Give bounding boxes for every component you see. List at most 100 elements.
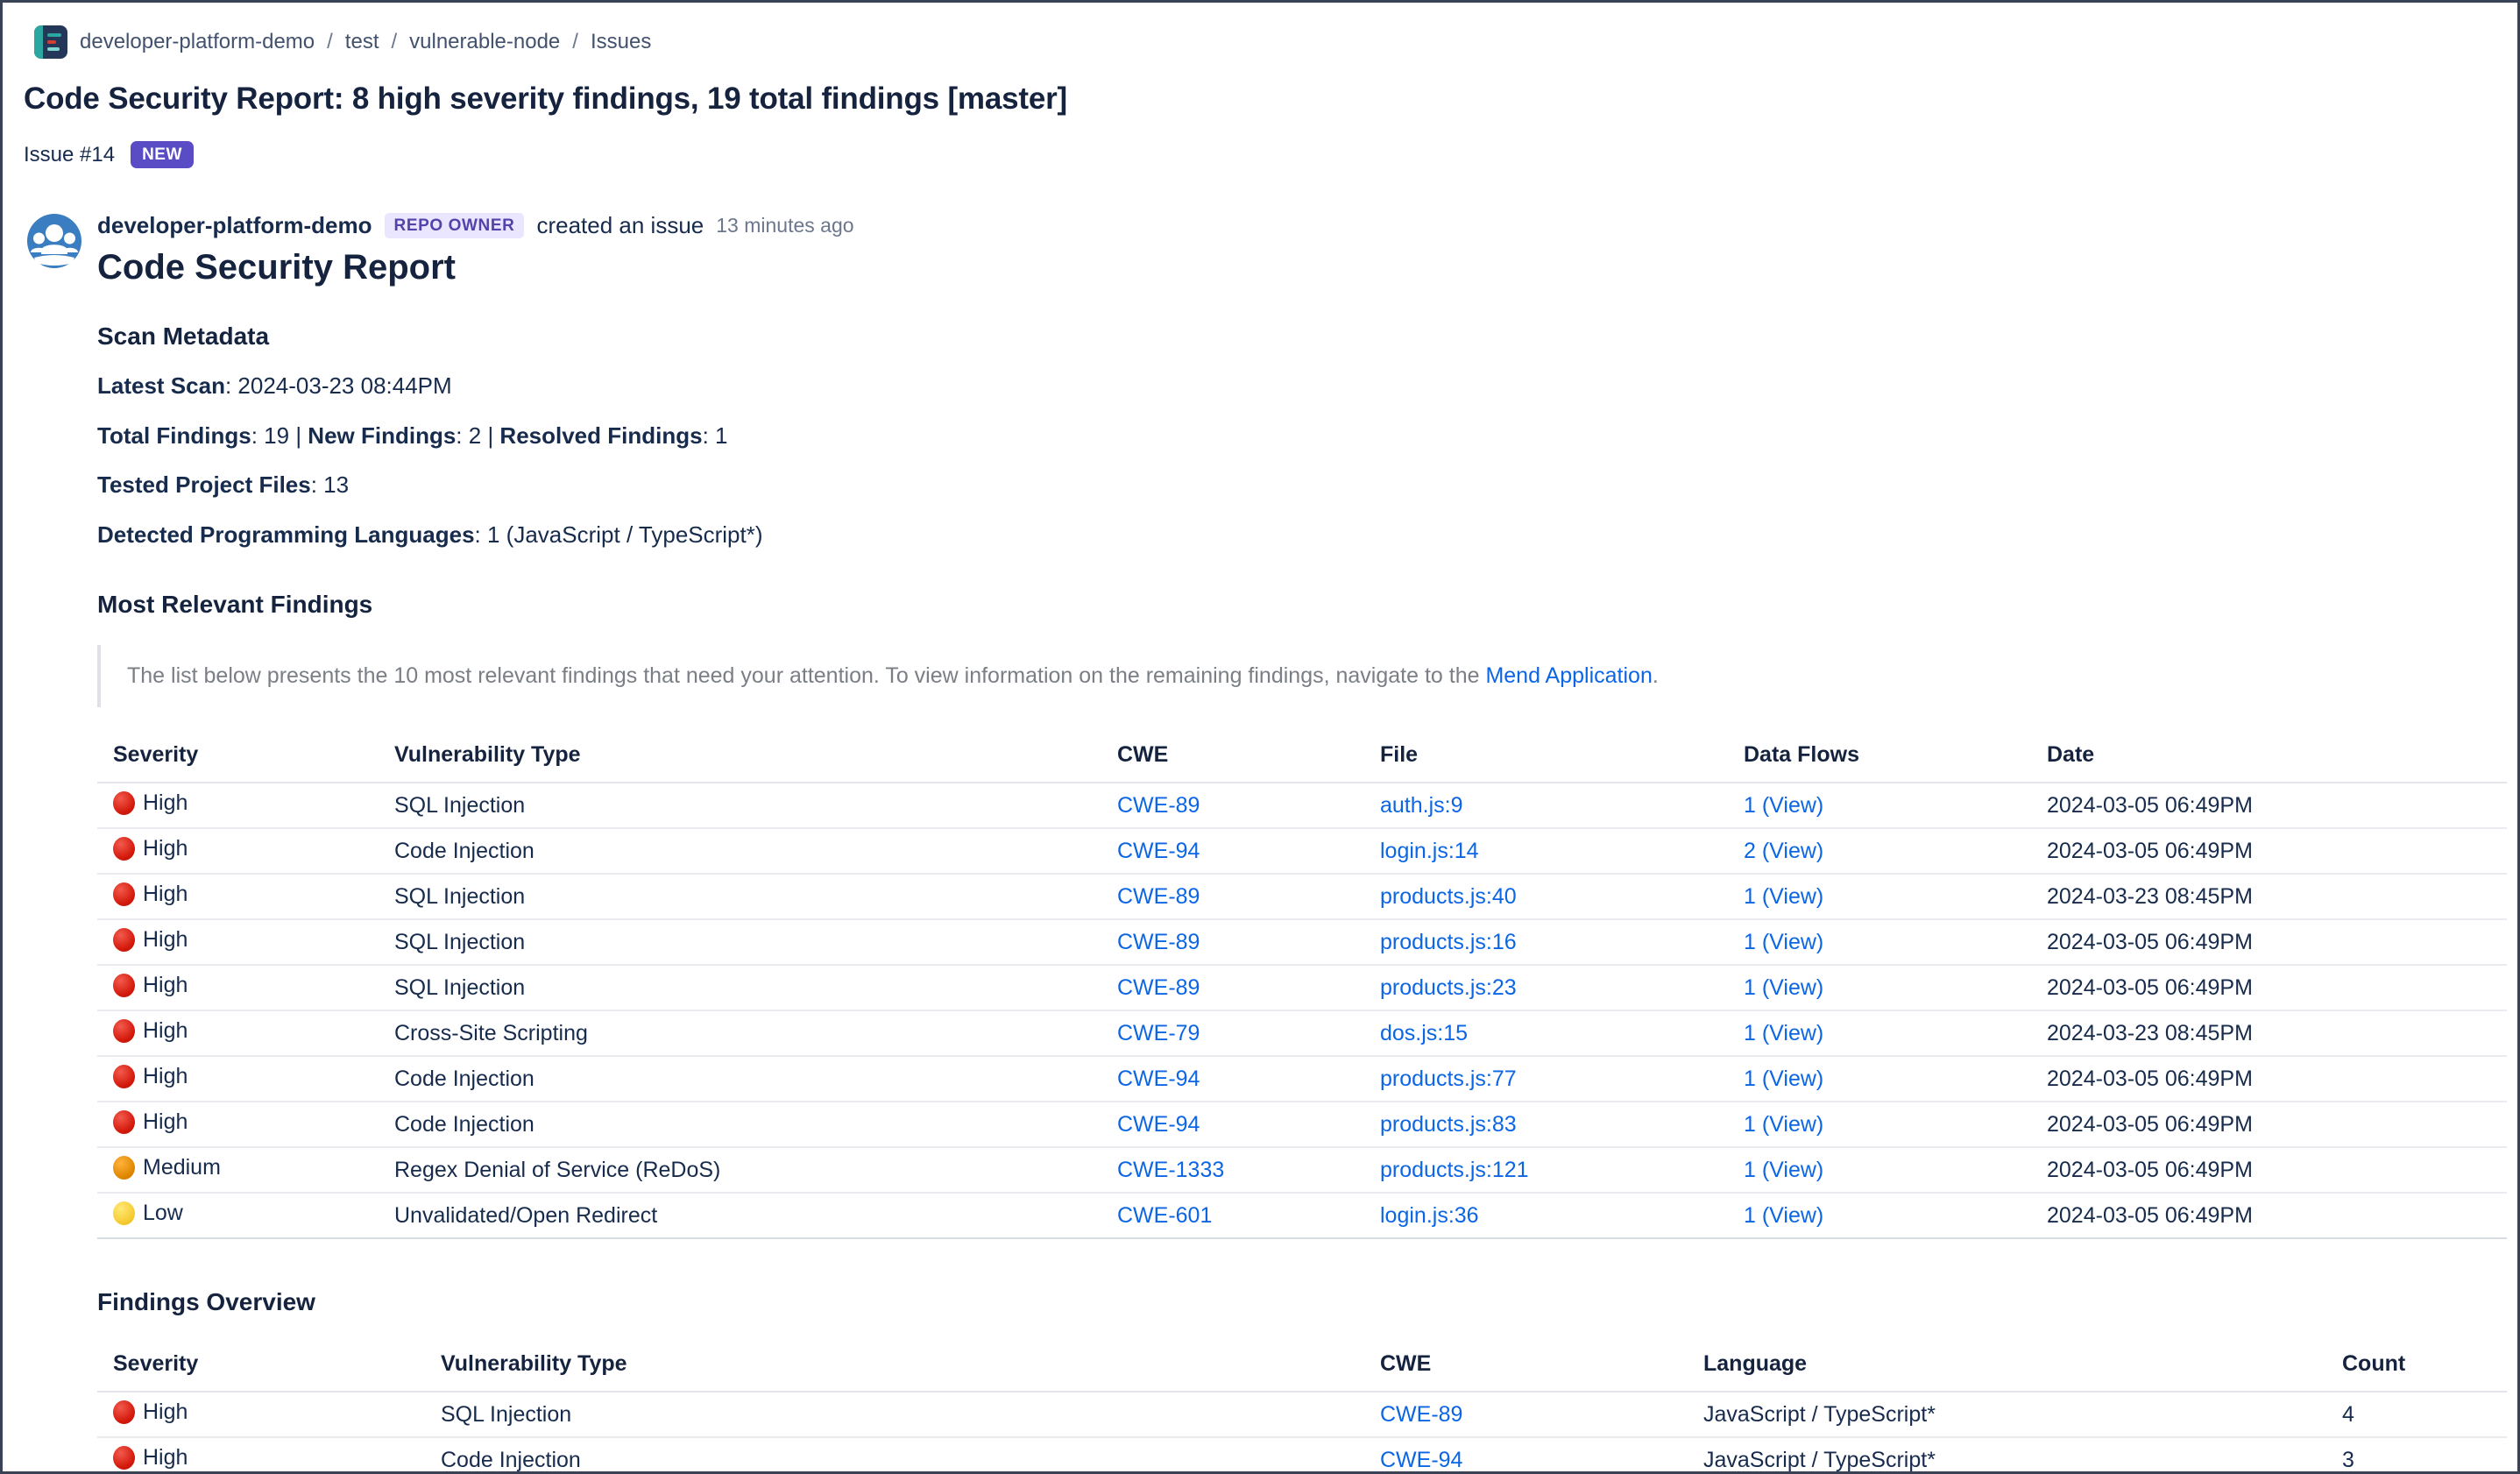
file-link[interactable]: login.js:36 <box>1380 1203 1479 1228</box>
mend-application-link[interactable]: Mend Application <box>1485 663 1652 688</box>
timestamp: 13 minutes ago <box>716 214 853 237</box>
cell-file[interactable]: products.js:77 <box>1364 1056 1728 1102</box>
data_flows-link[interactable]: 1 (View) <box>1744 975 1823 1000</box>
cell-data_flows[interactable]: 1 (View) <box>1728 783 2031 828</box>
breadcrumb-item-issues[interactable]: Issues <box>591 30 651 54</box>
data_flows-link[interactable]: 2 (View) <box>1744 839 1823 863</box>
severity-label: High <box>143 1064 188 1089</box>
cell-cwe[interactable]: CWE-89 <box>1101 874 1364 919</box>
cell-data_flows[interactable]: 1 (View) <box>1728 965 2031 1010</box>
cell-cwe[interactable]: CWE-601 <box>1101 1193 1364 1238</box>
data_flows-link[interactable]: 1 (View) <box>1744 1112 1823 1137</box>
table-row: HighSQL InjectionCWE-89JavaScript / Type… <box>97 1392 2507 1437</box>
metadata-label: Tested Project Files <box>97 471 311 498</box>
data_flows-link[interactable]: 1 (View) <box>1744 930 1823 954</box>
cell-data_flows[interactable]: 1 (View) <box>1728 1193 2031 1238</box>
cwe-link[interactable]: CWE-89 <box>1117 793 1200 818</box>
cell-cwe[interactable]: CWE-89 <box>1101 783 1364 828</box>
file-link[interactable]: products.js:121 <box>1380 1158 1529 1182</box>
cell-file[interactable]: login.js:14 <box>1364 828 1728 874</box>
file-link[interactable]: dos.js:15 <box>1380 1021 1468 1045</box>
cell-date: 2024-03-05 06:49PM <box>2031 1056 2507 1102</box>
column-header-file: File <box>1364 730 1728 783</box>
severity-high-icon <box>113 1110 135 1134</box>
file-link[interactable]: products.js:23 <box>1380 975 1517 1000</box>
table-row: High Cross-Site Scripting CWE-79 dos.js:15 1… <box>97 1010 2507 1056</box>
file-link[interactable]: auth.js:9 <box>1380 793 1463 818</box>
cell-severity: High <box>97 919 379 965</box>
breadcrumb-item-project[interactable]: test <box>345 30 379 54</box>
table-row: HighSQL InjectionCWE-89products.js:231 (… <box>97 965 2507 1010</box>
breadcrumb-item-repo[interactable]: developer-platform-demo <box>80 30 315 54</box>
cell-cwe[interactable]: CWE-94 <box>1364 1437 1688 1474</box>
cell-data_flows[interactable]: 1 (View) <box>1728 874 2031 919</box>
data_flows-link[interactable]: 1 (View) <box>1744 884 1823 909</box>
data_flows-link[interactable]: 1 (View) <box>1744 1158 1823 1182</box>
file-link[interactable]: products.js:77 <box>1380 1067 1517 1091</box>
cell-file[interactable]: login.js:36 <box>1364 1193 1728 1238</box>
severity-label: High <box>143 1018 188 1044</box>
cell-vulnerability_type: Code Injection <box>379 1056 1101 1102</box>
cell-cwe[interactable]: CWE-94 <box>1101 1056 1364 1102</box>
cwe-link[interactable]: CWE-94 <box>1380 1448 1462 1472</box>
data_flows-link[interactable]: 1 (View) <box>1744 793 1823 818</box>
cell-vulnerability_type: Cross-Site Scripting <box>379 1010 1101 1056</box>
cell-file[interactable]: dos.js:15 <box>1364 1010 1728 1056</box>
cell-data_flows[interactable]: 1 (View) <box>1728 1102 2031 1147</box>
cell-data_flows[interactable]: 1 (View) <box>1728 1056 2031 1102</box>
cell-date: 2024-03-05 06:49PM <box>2031 828 2507 874</box>
cell-cwe[interactable]: CWE-89 <box>1101 965 1364 1010</box>
scan-metadata-heading: Scan Metadata <box>97 322 2447 351</box>
cell-cwe[interactable]: CWE-1333 <box>1101 1147 1364 1193</box>
author-name[interactable]: developer-platform-demo <box>97 212 372 239</box>
cell-data_flows[interactable]: 2 (View) <box>1728 828 2031 874</box>
cwe-link[interactable]: CWE-1333 <box>1117 1158 1224 1182</box>
data_flows-link[interactable]: 1 (View) <box>1744 1203 1823 1228</box>
metadata-label: New Findings <box>308 422 456 449</box>
cell-data_flows[interactable]: 1 (View) <box>1728 1147 2031 1193</box>
cell-file[interactable]: products.js:23 <box>1364 965 1728 1010</box>
severity-label: Medium <box>143 1155 221 1180</box>
cwe-link[interactable]: CWE-89 <box>1117 975 1200 1000</box>
cell-count: 3 <box>2326 1437 2507 1474</box>
cell-severity: Medium <box>97 1147 379 1193</box>
file-link[interactable]: products.js:83 <box>1380 1112 1517 1137</box>
cell-file[interactable]: products.js:16 <box>1364 919 1728 965</box>
cwe-link[interactable]: CWE-89 <box>1380 1402 1462 1427</box>
cell-file[interactable]: products.js:121 <box>1364 1147 1728 1193</box>
breadcrumb-item-repository[interactable]: vulnerable-node <box>409 30 560 54</box>
cell-cwe[interactable]: CWE-94 <box>1101 1102 1364 1147</box>
cwe-link[interactable]: CWE-94 <box>1117 839 1200 863</box>
column-header-count: Count <box>2326 1339 2507 1392</box>
cwe-link[interactable]: CWE-79 <box>1117 1021 1200 1045</box>
column-header-language: Language <box>1688 1339 2326 1392</box>
cell-date: 2024-03-23 08:45PM <box>2031 1010 2507 1056</box>
data_flows-link[interactable]: 1 (View) <box>1744 1067 1823 1091</box>
cwe-link[interactable]: CWE-601 <box>1117 1203 1212 1228</box>
cell-file[interactable]: products.js:83 <box>1364 1102 1728 1147</box>
table-row: High Code Injection CWE-94 products.js:77 1 … <box>97 1056 2507 1102</box>
cwe-link[interactable]: CWE-94 <box>1117 1112 1200 1137</box>
data_flows-link[interactable]: 1 (View) <box>1744 1021 1823 1045</box>
file-link[interactable]: products.js:16 <box>1380 930 1517 954</box>
cell-cwe[interactable]: CWE-79 <box>1101 1010 1364 1056</box>
cell-cwe[interactable]: CWE-89 <box>1364 1392 1688 1437</box>
column-header-date: Date <box>2031 730 2507 783</box>
file-link[interactable]: login.js:14 <box>1380 839 1479 863</box>
metadata-label: Detected Programming Languages <box>97 521 475 548</box>
repository-avatar-icon[interactable] <box>34 25 67 59</box>
metadata-label: Resolved Findings <box>499 422 702 449</box>
cell-data_flows[interactable]: 1 (View) <box>1728 919 2031 965</box>
cell-data_flows[interactable]: 1 (View) <box>1728 1010 2031 1056</box>
cwe-link[interactable]: CWE-89 <box>1117 884 1200 909</box>
cell-severity: High <box>97 1010 379 1056</box>
cell-file[interactable]: auth.js:9 <box>1364 783 1728 828</box>
cwe-link[interactable]: CWE-94 <box>1117 1067 1200 1091</box>
severity-high-icon <box>113 1400 135 1424</box>
severity-high-icon <box>113 928 135 952</box>
cell-cwe[interactable]: CWE-94 <box>1101 828 1364 874</box>
cell-file[interactable]: products.js:40 <box>1364 874 1728 919</box>
file-link[interactable]: products.js:40 <box>1380 884 1517 909</box>
cell-cwe[interactable]: CWE-89 <box>1101 919 1364 965</box>
cwe-link[interactable]: CWE-89 <box>1117 930 1200 954</box>
